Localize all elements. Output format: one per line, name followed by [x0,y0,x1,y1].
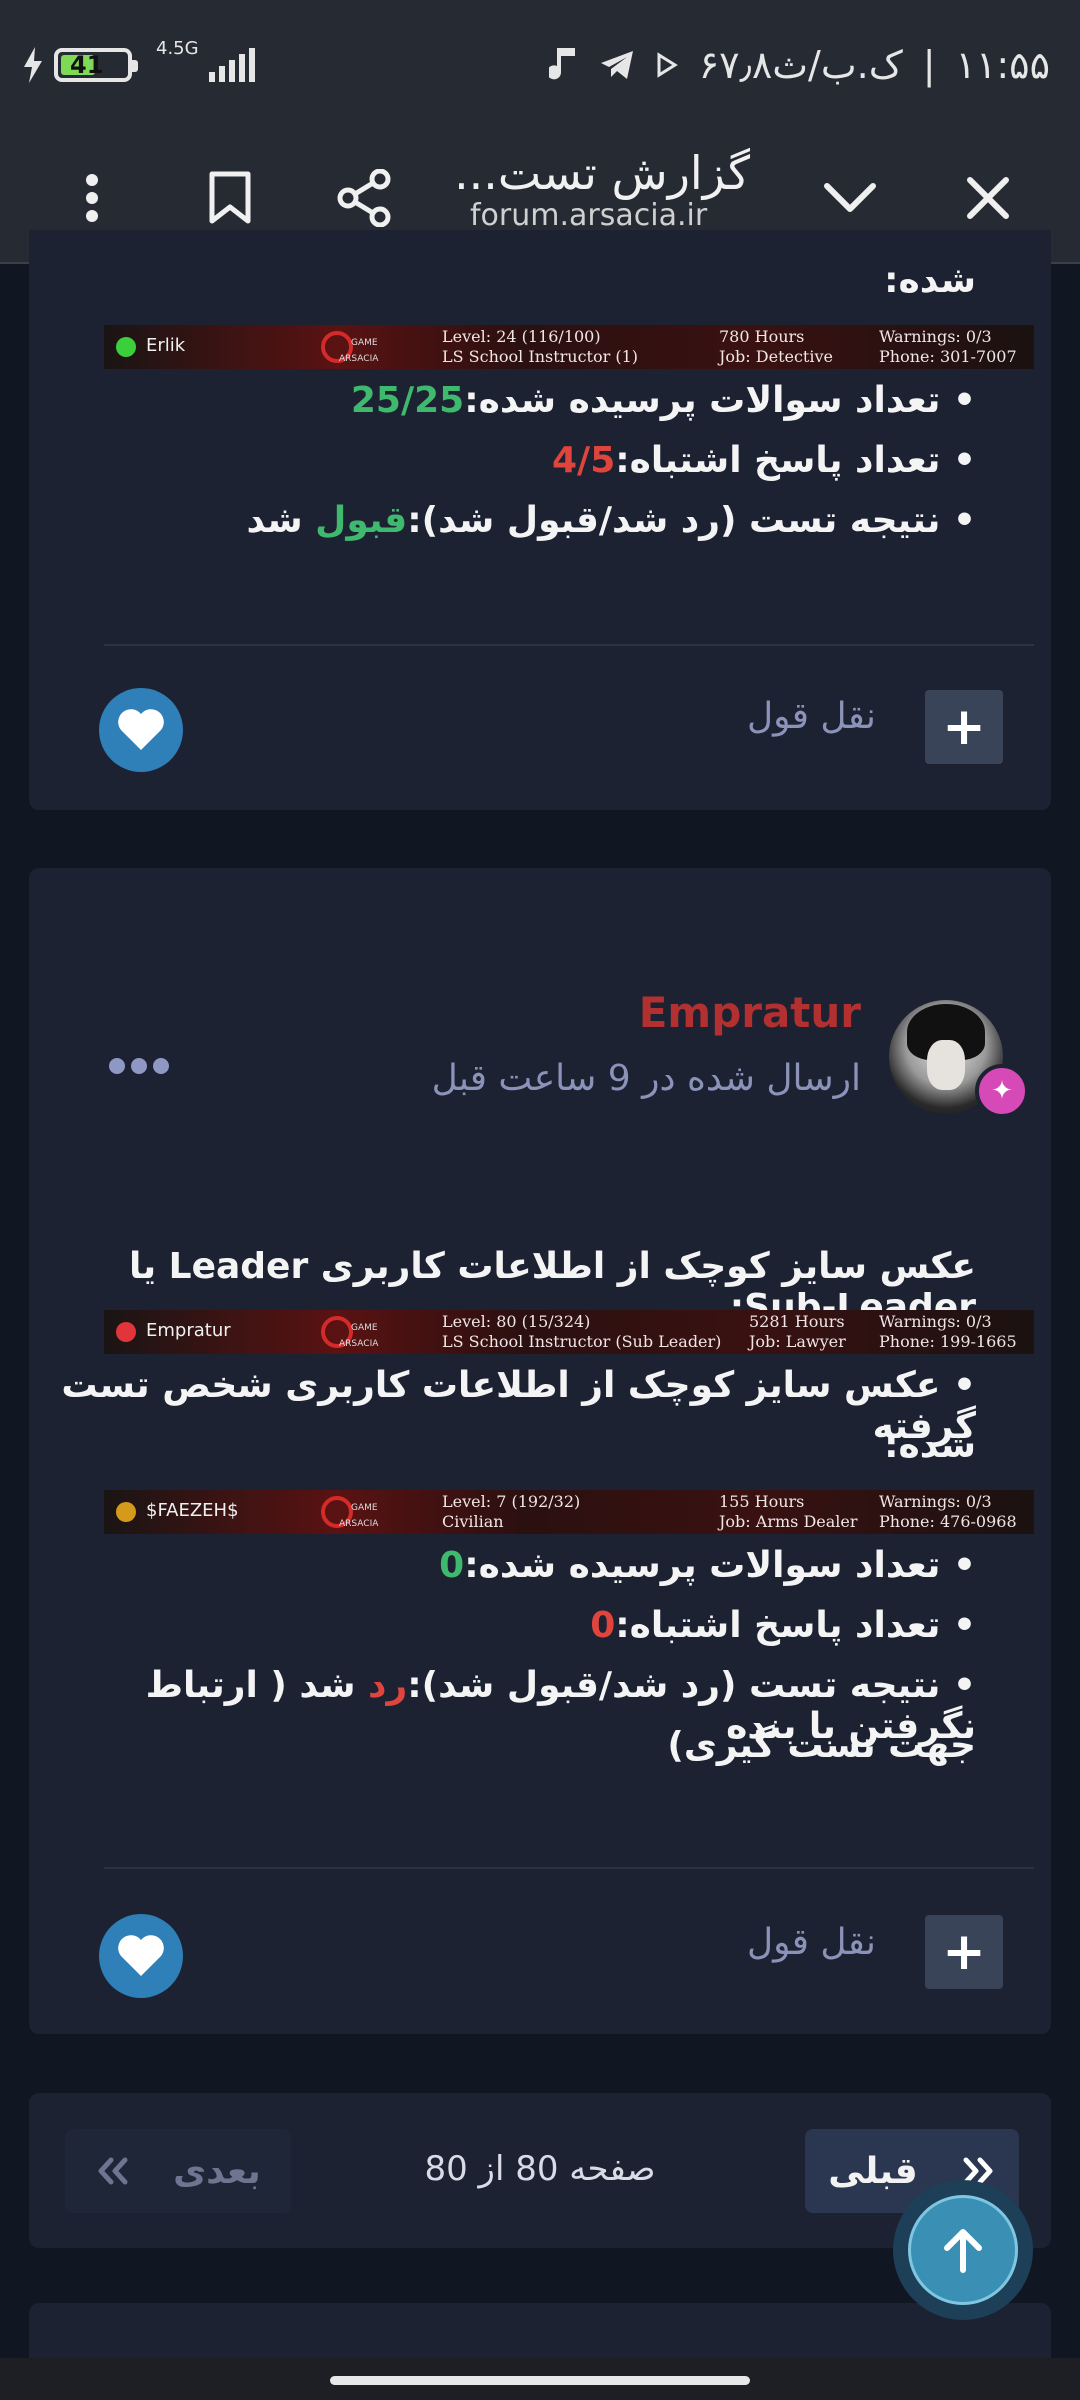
like-button[interactable] [99,688,183,772]
svg-text:GAME: GAME [351,1503,378,1513]
charging-icon [24,47,42,83]
questions-value: 25/25 [350,380,465,421]
close-icon[interactable] [958,168,1018,228]
network-type: 4.5G [156,38,199,59]
play-icon [657,52,678,78]
status-dot-icon [116,1322,136,1342]
post-time: ارسال شده در 9 ساعت قبل [431,1058,861,1099]
post2-divider [104,1867,1034,1869]
multiquote-button[interactable]: + [925,690,1003,764]
arrow-up-icon [944,2229,982,2273]
author-name[interactable]: Empratur [639,988,861,1037]
status-separator: | [922,43,936,87]
svg-text:ARSACIA: ARSACIA [339,354,379,364]
prev-label: قبلی [828,2150,918,2192]
battery-level: 41 [70,51,104,79]
post2-questions-line: • تعداد سوالات پرسیده شده:0 [439,1545,976,1586]
signature-col2: 5281 Hours Job: Lawyer [749,1312,846,1351]
svg-text:ARSACIA: ARSACIA [339,1519,379,1529]
signature-name: $FAEZEH$ [146,1500,239,1521]
svg-text:GAME: GAME [351,1323,378,1333]
signature-col1: Level: 80 (15/324) LS School Instructor (… [442,1312,722,1351]
quote-button[interactable]: نقل قول [747,696,876,737]
game-logo-icon: GAME ARSACIA [321,331,379,364]
post1-shode-label: شده: [884,260,976,301]
status-date: ۶۷٫۸ک.ب/ث [698,43,903,87]
scroll-to-top-button[interactable] [893,2180,1033,2320]
post1-divider [104,644,1034,646]
post2-tested-line1: • عکس سایز کوچک از اطلاعات کاربری شخص تس… [61,1365,976,1447]
signature-empratur: Empratur GAME ARSACIA Level: 80 (15/324) L… [104,1310,1034,1354]
heart-icon [118,1935,164,1976]
status-time: ۱۱:۵۵ [955,43,1050,87]
signature-col3: Warnings: 0/3 Phone: 476-0968 [879,1492,1017,1531]
signature-col3: Warnings: 0/3 Phone: 301-7007 [879,327,1017,366]
status-bar: 41 4.5G ۶۷٫۸ک.ب/ث | ۱۱:۵۵ [0,0,1080,128]
chevron-down-icon[interactable] [820,168,880,228]
telegram-icon [600,51,633,79]
system-nav-bar [0,2358,1080,2400]
more-menu-icon[interactable] [62,168,122,228]
status-left: 41 4.5G [22,40,255,90]
post-card-2: ✦ Empratur ارسال شده در 9 ساعت قبل عکس س… [29,868,1051,2034]
questions-value: 0 [439,1545,465,1586]
result-value: قبول [315,500,408,541]
status-dot-icon [116,337,136,357]
signature-col2: 155 Hours Job: Arms Dealer [719,1492,858,1531]
signature-col3: Warnings: 0/3 Phone: 199-1665 [879,1312,1017,1351]
next-card-peek [29,2303,1051,2363]
battery-icon: 41 [54,48,138,82]
page-url[interactable]: forum.arsacia.ir [470,198,707,233]
post1-result-line: • نتیجه تست (رد شد/قبول شد):قبول شد [246,500,976,541]
home-gesture-handle[interactable] [330,2376,750,2385]
post2-wrong-line: • تعداد پاسخ اشتباه:0 [590,1605,976,1646]
like-button[interactable] [99,1914,183,1998]
heart-icon [118,709,164,750]
svg-text:GAME: GAME [351,338,378,348]
status-right: ۶۷٫۸ک.ب/ث | ۱۱:۵۵ [548,40,1050,90]
svg-text:ARSACIA: ARSACIA [339,1339,379,1349]
bookmark-icon[interactable] [200,168,260,228]
signature-name: Empratur [146,1320,231,1341]
post2-tested-line2: شده: [884,1425,976,1466]
signature-col1: Level: 7 (192/32) Civilian [442,1492,581,1531]
signature-name: Erlik [146,335,186,356]
game-logo-icon: GAME ARSACIA [321,1496,379,1529]
share-icon[interactable] [334,168,394,228]
wrong-value: 4/5 [552,440,616,481]
result-value: رد [368,1665,408,1706]
status-dot-icon [116,1502,136,1522]
quote-button[interactable]: نقل قول [747,1922,876,1963]
page-title: گزارش تست... [454,146,750,200]
wrong-value: 0 [590,1605,616,1646]
game-logo-icon: GAME ARSACIA [321,1316,379,1349]
signature-col2: 780 Hours Job: Detective [719,327,833,366]
multiquote-button[interactable]: + [925,1915,1003,1989]
post-options-button[interactable] [109,1054,169,1078]
post2-result-line2: جهت تست گیری) [667,1725,976,1766]
post1-wrong-line: • تعداد پاسخ اشتباه:4/5 [552,440,976,481]
rank-badge-icon: ✦ [975,1064,1029,1118]
signature-col1: Level: 24 (116/100) LS School Instructor … [442,327,639,366]
post1-questions-line: • تعداد سوالات پرسیده شده:25/25 [350,380,976,421]
music-icon [548,48,575,80]
signal-icon [208,48,255,82]
post-card-1: شده: Erlik GAME ARSACIA Level: 24 (116/10… [29,230,1051,810]
signature-faezeh: $FAEZEH$ GAME ARSACIA Level: 7 (192/32) Ci… [104,1490,1034,1534]
signature-erlik: Erlik GAME ARSACIA Level: 24 (116/100) LS … [104,325,1034,369]
